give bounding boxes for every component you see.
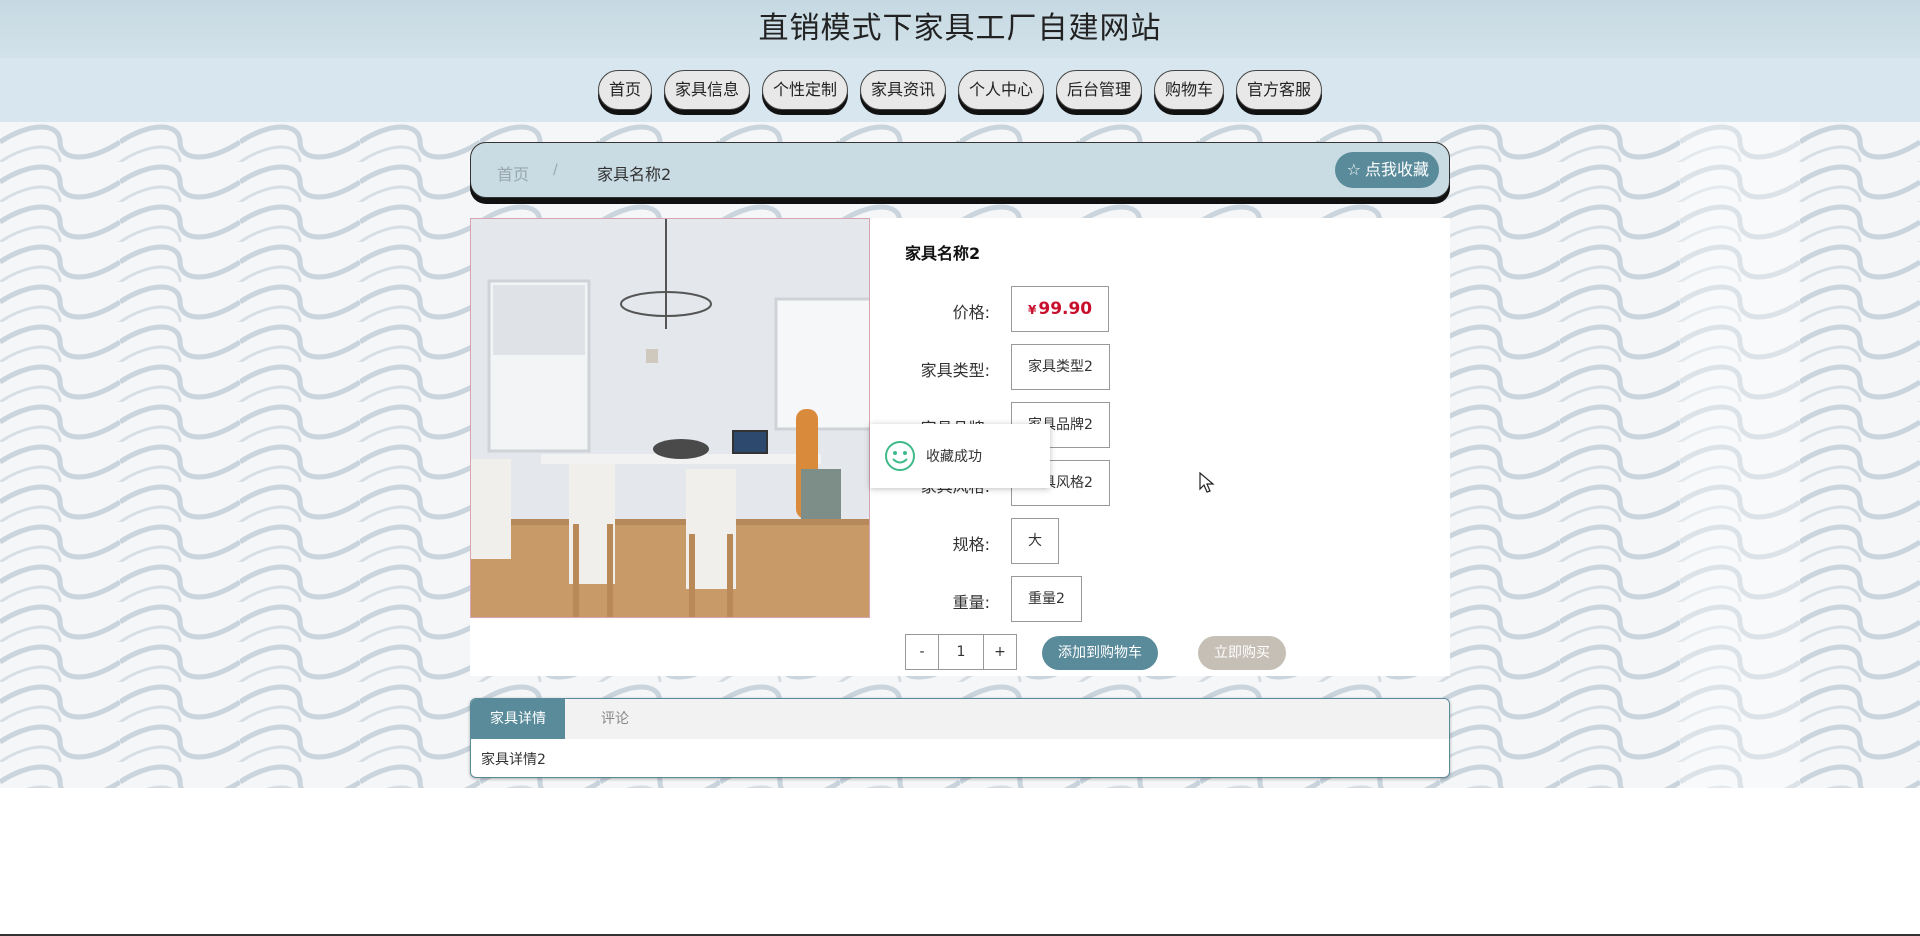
field-price: 价格: ¥99.90 <box>905 286 1445 332</box>
field-spec: 规格: 大 <box>905 518 1445 564</box>
field-type: 家具类型: 家具类型2 <box>905 344 1445 390</box>
mouse-cursor-icon <box>1199 472 1215 493</box>
buy-now-button[interactable]: 立即购买 <box>1198 636 1286 670</box>
type-label: 家具类型: <box>920 361 990 380</box>
nav-item-customization[interactable]: 个性定制 <box>761 70 848 110</box>
breadcrumb: 首页 / 家具名称2 ☆ 点我收藏 <box>470 142 1450 198</box>
nav-item-furniture-info[interactable]: 家具信息 <box>663 70 750 110</box>
toast-message: 收藏成功 <box>926 449 982 465</box>
weight-label: 重量: <box>952 593 990 612</box>
dining-room-photo <box>471 219 869 617</box>
quantity-minus-button[interactable]: - <box>905 634 939 670</box>
nav-item-personal-center[interactable]: 个人中心 <box>958 70 1045 110</box>
spec-value: 大 <box>1011 518 1059 564</box>
price-label: 价格: <box>952 303 990 322</box>
field-weight: 重量: 重量2 <box>905 576 1445 622</box>
tab-furniture-details[interactable]: 家具详情 <box>471 699 565 739</box>
nav-item-furniture-news[interactable]: 家具资讯 <box>859 70 946 110</box>
smile-icon <box>885 441 915 471</box>
add-to-cart-button[interactable]: 添加到购物车 <box>1042 636 1158 670</box>
nav-item-customer-service[interactable]: 官方客服 <box>1236 70 1323 110</box>
product-name: 家具名称2 <box>905 244 981 263</box>
detail-tabs: 家具详情 评论 家具详情2 <box>470 698 1450 778</box>
type-value: 家具类型2 <box>1011 344 1110 390</box>
quantity-stepper: - 1 + <box>905 634 1017 670</box>
favorite-button-label: 点我收藏 <box>1364 160 1429 179</box>
nav-item-admin[interactable]: 后台管理 <box>1056 70 1143 110</box>
star-icon: ☆ <box>1346 160 1361 179</box>
tab-content: 家具详情2 <box>481 752 546 768</box>
weight-value: 重量2 <box>1011 576 1082 622</box>
quantity-input[interactable]: 1 <box>939 634 983 670</box>
quantity-plus-button[interactable]: + <box>983 634 1017 670</box>
breadcrumb-current: 家具名称2 <box>597 165 672 184</box>
tabs-header: 家具详情 评论 <box>471 699 1449 739</box>
product-image <box>470 218 870 618</box>
price-value: ¥99.90 <box>1011 286 1110 332</box>
price-amount: 99.90 <box>1038 299 1093 319</box>
breadcrumb-separator: / <box>553 162 558 178</box>
nav-item-home[interactable]: 首页 <box>597 70 652 110</box>
breadcrumb-home[interactable]: 首页 <box>497 161 529 185</box>
main-nav: 首页 家具信息 个性定制 家具资讯 个人中心 后台管理 购物车 官方客服 <box>0 58 1920 122</box>
toast-notification: 收藏成功 <box>870 424 1050 488</box>
site-title: 直销模式下家具工厂自建网站 <box>758 11 1162 46</box>
tab-comments[interactable]: 评论 <box>565 699 665 739</box>
favorite-button[interactable]: ☆ 点我收藏 <box>1334 152 1439 188</box>
spec-label: 规格: <box>952 535 990 554</box>
site-header: 直销模式下家具工厂自建网站 <box>0 0 1920 58</box>
currency-symbol: ¥ <box>1028 303 1037 317</box>
nav-item-cart[interactable]: 购物车 <box>1154 70 1225 110</box>
